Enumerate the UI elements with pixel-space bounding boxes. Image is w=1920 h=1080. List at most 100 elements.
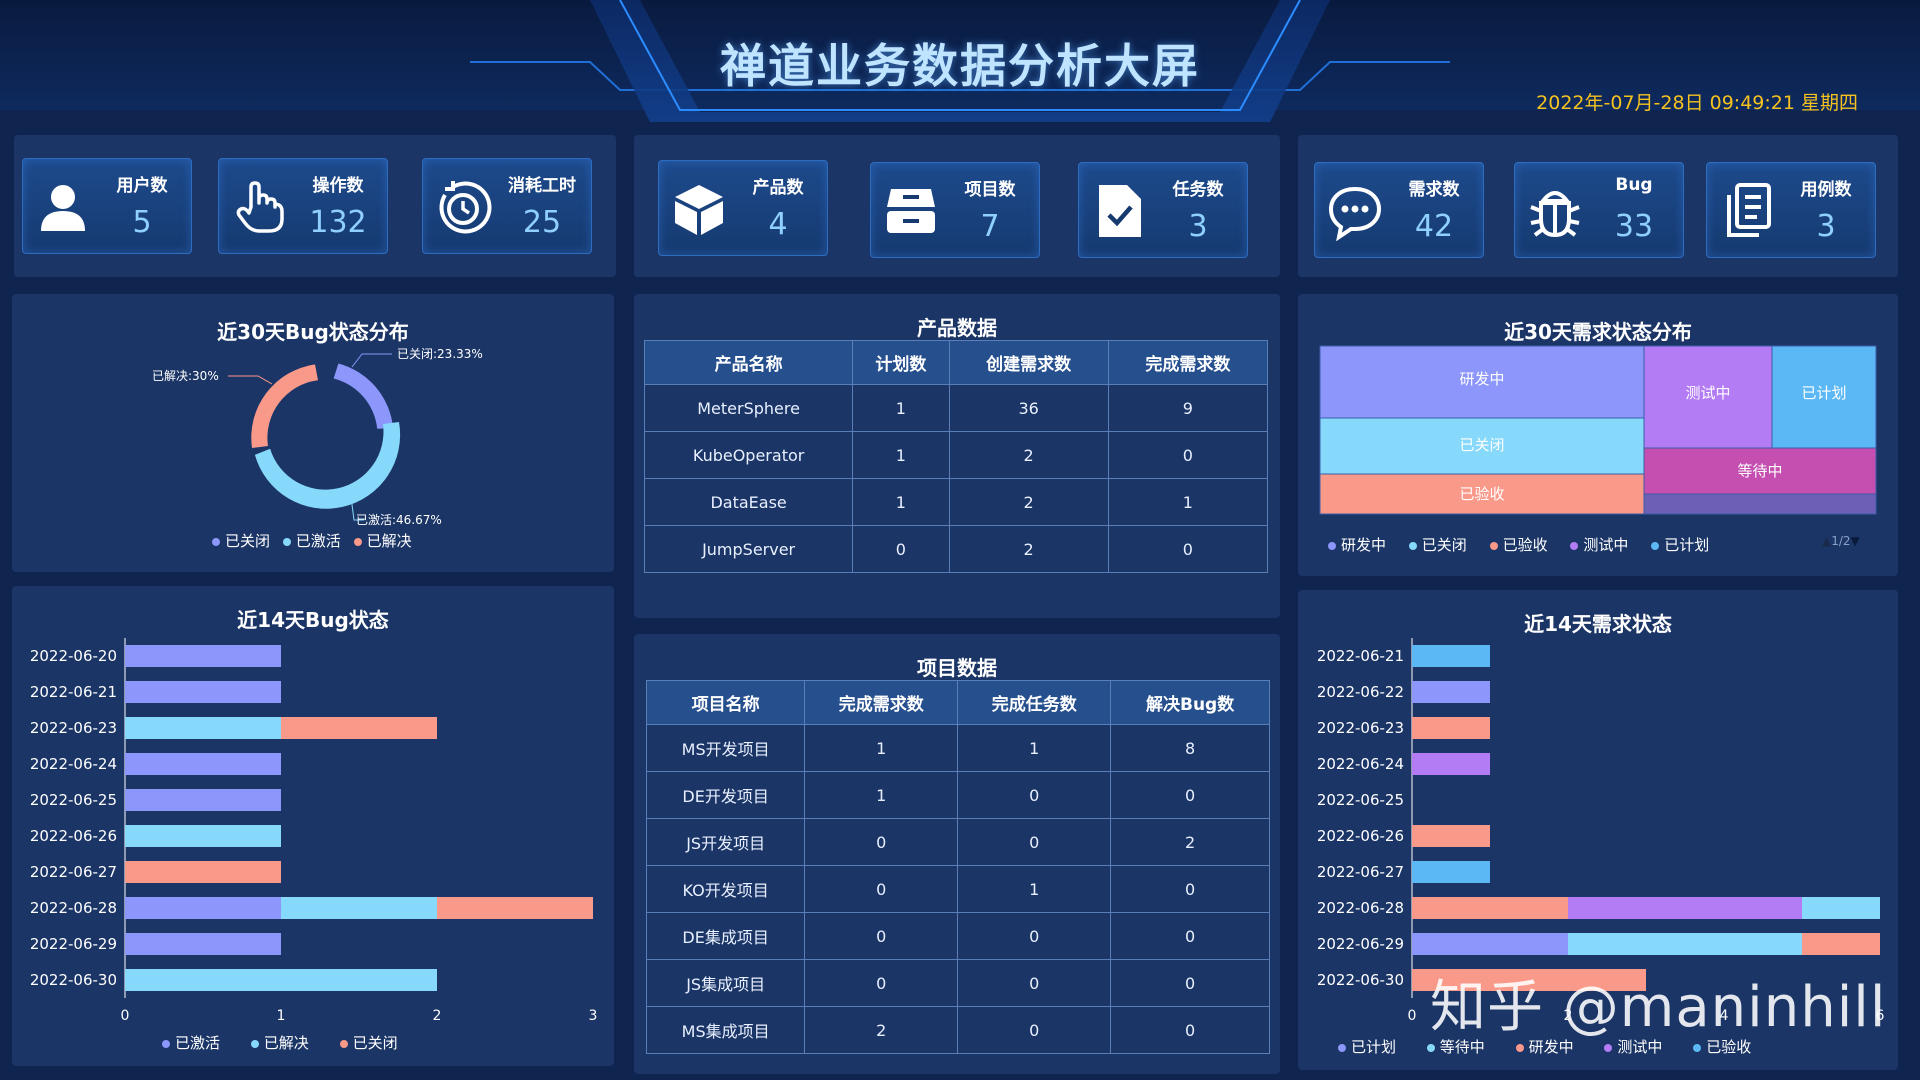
legend-label: 已激活 xyxy=(296,532,341,550)
table-cell: 0 xyxy=(1111,866,1270,913)
column-header: 完成需求数 xyxy=(805,681,958,725)
treemap-label-closed: 已关闭 xyxy=(1459,436,1504,454)
bar-segment xyxy=(125,753,281,775)
table-cell: 0 xyxy=(958,772,1111,819)
table-cell: JS开发项目 xyxy=(647,819,805,866)
table-row: DE开发项目100 xyxy=(647,772,1270,819)
table-cell: 1 xyxy=(958,725,1111,772)
table-cell: 0 xyxy=(1111,960,1270,1007)
bar-segment xyxy=(437,897,593,919)
legend-label: 已关闭 xyxy=(353,1034,398,1052)
table-cell: DE集成项目 xyxy=(647,913,805,960)
task-document-icon xyxy=(1089,181,1149,241)
pie-slice-active xyxy=(255,422,400,509)
legend-label: 测试中 xyxy=(1583,536,1628,554)
column-header: 解决Bug数 xyxy=(1111,681,1270,725)
bar-segment xyxy=(125,825,281,847)
table-cell: 0 xyxy=(805,819,958,866)
stat-card-cases[interactable]: 用例数 3 xyxy=(1706,162,1876,258)
stat-label: 消耗工时 xyxy=(493,171,591,196)
table-cell: 0 xyxy=(958,960,1111,1007)
x-tick-label: 1 xyxy=(277,1008,286,1024)
legend-item-closed[interactable]: 已关闭 xyxy=(212,530,270,551)
stat-value: 25 xyxy=(493,205,591,240)
stat-card-bugs[interactable]: Bug 33 xyxy=(1514,162,1684,258)
table-row: MS开发项目118 xyxy=(647,725,1270,772)
legend-pager[interactable]: ▲1/2▼ xyxy=(1822,534,1860,548)
legend-item-active[interactable]: 已激活 xyxy=(283,530,341,551)
bar-segment xyxy=(1802,933,1880,955)
project-table-title: 项目数据 xyxy=(634,652,1280,681)
x-tick-label: 3 xyxy=(589,1008,598,1024)
legend-item-closed[interactable]: 已关闭 xyxy=(340,1032,398,1053)
y-tick-label: 2022-06-25 xyxy=(30,791,117,809)
y-tick-label: 2022-06-27 xyxy=(30,863,117,881)
copy-document-icon xyxy=(1717,181,1777,241)
bar-segment xyxy=(1412,753,1490,775)
legend-item-testing[interactable]: 测试中 xyxy=(1570,534,1628,555)
stat-card-users[interactable]: 用户数 5 xyxy=(22,158,192,254)
bar-segment xyxy=(1568,933,1802,955)
legend-item-accepted[interactable]: 已验收 xyxy=(1490,534,1548,555)
req-treemap-legend: 研发中 已关闭 已验收 测试中 已计划 xyxy=(1328,534,1717,555)
page-title: 禅道业务数据分析大屏 xyxy=(470,30,1450,96)
legend-item-closed[interactable]: 已关闭 xyxy=(1409,534,1467,555)
legend-item-resolved[interactable]: 已解决 xyxy=(354,530,412,551)
table-cell: JS集成项目 xyxy=(647,960,805,1007)
bug-bar-panel: 近14天Bug状态 2022-06-202022-06-212022-06-23… xyxy=(12,586,614,1066)
bar-segment xyxy=(281,717,437,739)
stat-card-hours[interactable]: 消耗工时 25 xyxy=(422,158,592,254)
product-table: 产品名称 计划数 创建需求数 完成需求数 MeterSphere1369 Kub… xyxy=(644,340,1268,573)
box-icon xyxy=(669,179,729,239)
title-frame: 禅道业务数据分析大屏 xyxy=(470,0,1450,122)
legend-label: 已计划 xyxy=(1664,536,1709,554)
table-cell: 2 xyxy=(949,432,1108,479)
bar-segment xyxy=(1412,681,1490,703)
y-tick-label: 2022-06-22 xyxy=(1317,683,1404,701)
legend-item-resolved[interactable]: 已解决 xyxy=(251,1032,309,1053)
bar-segment xyxy=(125,681,281,703)
pager-prev-icon[interactable]: ▲ xyxy=(1822,534,1831,548)
column-header: 完成需求数 xyxy=(1108,341,1267,385)
pager-next-icon[interactable]: ▼ xyxy=(1851,534,1860,548)
table-cell: 2 xyxy=(949,479,1108,526)
bar-segment xyxy=(1412,645,1490,667)
stat-value: 5 xyxy=(93,205,191,240)
table-cell: 0 xyxy=(805,866,958,913)
table-row: MeterSphere1369 xyxy=(645,385,1268,432)
y-tick-label: 2022-06-30 xyxy=(30,971,117,989)
stat-label: Bug xyxy=(1585,175,1683,195)
stat-value: 4 xyxy=(729,207,827,242)
table-row: DE集成项目000 xyxy=(647,913,1270,960)
stat-card-tasks[interactable]: 任务数 3 xyxy=(1078,162,1248,258)
legend-label: 已解决 xyxy=(367,532,412,550)
table-cell: 1 xyxy=(805,772,958,819)
y-tick-label: 2022-06-28 xyxy=(1317,899,1404,917)
table-cell: DataEase xyxy=(645,479,853,526)
stat-card-projects[interactable]: 项目数 7 xyxy=(870,162,1040,258)
table-cell: 2 xyxy=(805,1007,958,1054)
stat-value: 3 xyxy=(1777,209,1875,244)
treemap-label-waiting: 等待中 xyxy=(1737,462,1782,480)
bar-segment xyxy=(1412,825,1490,847)
table-cell: KubeOperator xyxy=(645,432,853,479)
table-row: JumpServer020 xyxy=(645,526,1268,573)
x-tick-label: 0 xyxy=(121,1008,130,1024)
stat-label: 任务数 xyxy=(1149,175,1247,200)
y-tick-label: 2022-06-20 xyxy=(30,647,117,665)
legend-label: 已激活 xyxy=(175,1034,220,1052)
table-row: KubeOperator120 xyxy=(645,432,1268,479)
legend-item-developing[interactable]: 研发中 xyxy=(1328,534,1386,555)
legend-label: 研发中 xyxy=(1341,536,1386,554)
legend-item-active[interactable]: 已激活 xyxy=(162,1032,220,1053)
legend-item-planned[interactable]: 已计划 xyxy=(1338,1036,1396,1057)
pager-text: 1/2 xyxy=(1831,534,1850,548)
bug-bar-legend: 已激活 已解决 已关闭 xyxy=(162,1032,406,1053)
legend-label: 已解决 xyxy=(264,1034,309,1052)
stat-card-operations[interactable]: 操作数 132 xyxy=(218,158,388,254)
legend-item-planned[interactable]: 已计划 xyxy=(1651,534,1709,555)
bar-segment xyxy=(125,969,437,991)
stat-card-products[interactable]: 产品数 4 xyxy=(658,160,828,256)
table-cell: 8 xyxy=(1111,725,1270,772)
stat-card-requirements[interactable]: 需求数 42 xyxy=(1314,162,1484,258)
